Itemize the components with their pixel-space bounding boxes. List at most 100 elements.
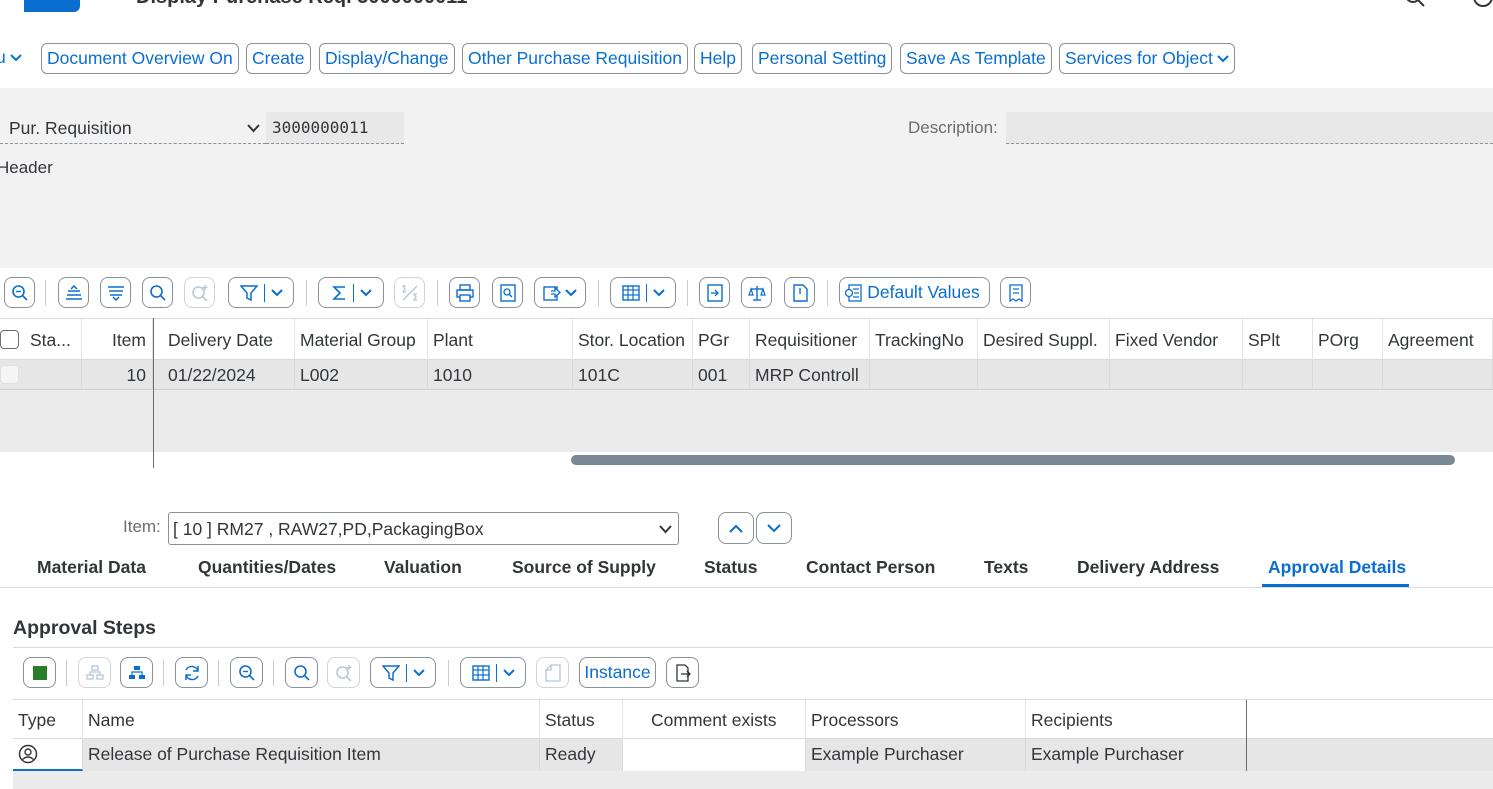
cell-type[interactable] (13, 739, 83, 771)
document-attach-icon (792, 283, 808, 302)
column-header-item[interactable]: Item (82, 319, 153, 361)
item-overview-grid: Sta... Item Delivery Date Material Group… (0, 318, 1493, 468)
column-header-purchasing-group[interactable]: PGr (693, 319, 750, 361)
user-avatar-icon[interactable] (1472, 0, 1493, 8)
approval-filter-menu-button[interactable] (370, 657, 436, 688)
filter-menu-button[interactable] (228, 277, 294, 308)
column-header-name[interactable]: Name (83, 700, 540, 740)
approval-find-button[interactable] (285, 657, 318, 688)
column-header-comment-exists[interactable]: Comment exists (623, 700, 806, 740)
document-overview-button[interactable]: Document Overview On (41, 43, 239, 74)
column-header-purchasing-org[interactable]: POrg (1313, 319, 1383, 361)
document-type-select[interactable]: Pur. Requisition (0, 112, 266, 144)
tab-texts[interactable]: Texts (984, 557, 1028, 578)
subtotal-icon (401, 284, 417, 301)
horizontal-scrollbar[interactable] (571, 455, 1455, 465)
item-selector-dropdown[interactable]: [ 10 ] RM27 , RAW27,PD,PackagingBox (168, 512, 679, 545)
button-divider (405, 663, 407, 682)
document-number-field[interactable]: 3000000011 (266, 112, 404, 144)
collapse-hierarchy-button[interactable] (78, 657, 111, 688)
copy-document-button[interactable] (699, 277, 730, 308)
compare-button[interactable] (741, 277, 772, 308)
tab-delivery-address[interactable]: Delivery Address (1077, 557, 1219, 578)
tab-contact-person[interactable]: Contact Person (806, 557, 935, 578)
header-section-label[interactable]: Header (0, 158, 53, 178)
search-icon[interactable] (1404, 0, 1426, 8)
column-header-status[interactable]: Sta... (25, 319, 82, 361)
column-header-fixed-vendor[interactable]: Fixed Vendor (1110, 319, 1243, 361)
tab-material-data[interactable]: Material Data (37, 557, 146, 578)
approval-grid-header: Type Name Status Comment exists Processo… (13, 699, 1493, 740)
table-row[interactable]: Release of Purchase Requisition Item Rea… (13, 739, 1493, 771)
subtotals-button[interactable] (394, 277, 425, 308)
column-header-type[interactable]: Type (13, 700, 83, 740)
find-button[interactable] (142, 277, 173, 308)
refresh-button[interactable] (175, 657, 208, 688)
column-header-status[interactable]: Status (540, 700, 623, 740)
default-values-button[interactable]: Default Values (839, 277, 990, 308)
other-purchase-requisition-button[interactable]: Other Purchase Requisition (462, 43, 688, 74)
cell-status (25, 360, 82, 390)
tab-approval-details[interactable]: Approval Details (1268, 557, 1406, 578)
export-menu-button[interactable] (534, 277, 586, 308)
approval-find-next-button[interactable] (327, 657, 360, 688)
sort-ascending-button[interactable] (58, 277, 89, 308)
button-divider (352, 283, 354, 302)
previous-item-button[interactable] (718, 512, 754, 544)
column-header-desired-supplier[interactable]: Desired Suppl. (978, 319, 1110, 361)
description-field[interactable] (1006, 112, 1493, 144)
save-as-template-button[interactable]: Save As Template (900, 43, 1052, 74)
column-header-material-group[interactable]: Material Group (295, 319, 428, 361)
display-change-button[interactable]: Display/Change (319, 43, 455, 74)
sort-descending-button[interactable] (100, 277, 131, 308)
table-layout-icon (621, 284, 640, 301)
column-header-delivery-date[interactable]: Delivery Date (163, 319, 295, 361)
column-header-recipients[interactable]: Recipients (1026, 700, 1247, 740)
print-button[interactable] (449, 277, 480, 308)
approval-export-button[interactable] (666, 657, 699, 688)
print-preview-button[interactable] (492, 277, 523, 308)
help-button[interactable]: Help (694, 43, 742, 74)
approval-details-button[interactable] (230, 657, 263, 688)
find-next-button[interactable] (184, 277, 215, 308)
sort-ascending-icon (65, 284, 82, 300)
table-row[interactable]: 10 01/22/2024 L002 1010 101C 001 MRP Con… (0, 360, 1493, 390)
create-button[interactable]: Create (246, 43, 311, 74)
more-menu-button[interactable]: u (0, 43, 27, 74)
column-header-requisitioner[interactable]: Requisitioner (750, 319, 870, 361)
document-list-button[interactable] (1000, 277, 1031, 308)
toolbar-separator (687, 280, 688, 306)
menu-label: u (0, 47, 6, 67)
column-header-tracking-no[interactable]: TrackingNo (870, 319, 978, 361)
status-legend-button[interactable] (23, 657, 56, 688)
expand-hierarchy-button[interactable] (120, 657, 153, 688)
services-for-object-button[interactable]: Services for Object (1059, 43, 1235, 74)
approval-steps-toolbar: Instance (13, 650, 1493, 698)
chevron-up-icon (729, 524, 743, 533)
next-item-button[interactable] (756, 512, 792, 544)
layout-menu-button[interactable] (610, 277, 676, 308)
cell-desired-supplier (978, 360, 1110, 390)
tab-valuation[interactable]: Valuation (384, 557, 462, 578)
tab-status[interactable]: Status (704, 557, 757, 578)
page-title: Display Purchase Req. 3000000011 (136, 0, 467, 9)
sap-logo[interactable] (24, 0, 80, 12)
approval-layout-menu-button[interactable] (460, 657, 526, 688)
attachment-button[interactable] (784, 277, 815, 308)
tab-quantities-dates[interactable]: Quantities/Dates (198, 557, 336, 578)
column-header-supplying-plant[interactable]: SPlt (1243, 319, 1313, 361)
column-header-plant[interactable]: Plant (428, 319, 573, 361)
document-number-value: 3000000011 (272, 118, 369, 137)
instance-button[interactable]: Instance (579, 657, 656, 688)
sum-menu-button[interactable] (318, 277, 384, 308)
tab-source-of-supply[interactable]: Source of Supply (512, 557, 656, 578)
column-header-agreement[interactable]: Agreement (1383, 319, 1493, 361)
details-button[interactable] (4, 277, 35, 308)
toolbar-separator (66, 660, 67, 686)
row-select-checkbox[interactable] (0, 365, 19, 384)
approval-note-button[interactable] (536, 657, 569, 688)
personal-setting-button[interactable]: Personal Setting (752, 43, 893, 74)
column-header-storage-location[interactable]: Stor. Location (573, 319, 693, 361)
column-header-processors[interactable]: Processors (806, 700, 1026, 740)
select-all-checkbox[interactable] (0, 330, 19, 349)
